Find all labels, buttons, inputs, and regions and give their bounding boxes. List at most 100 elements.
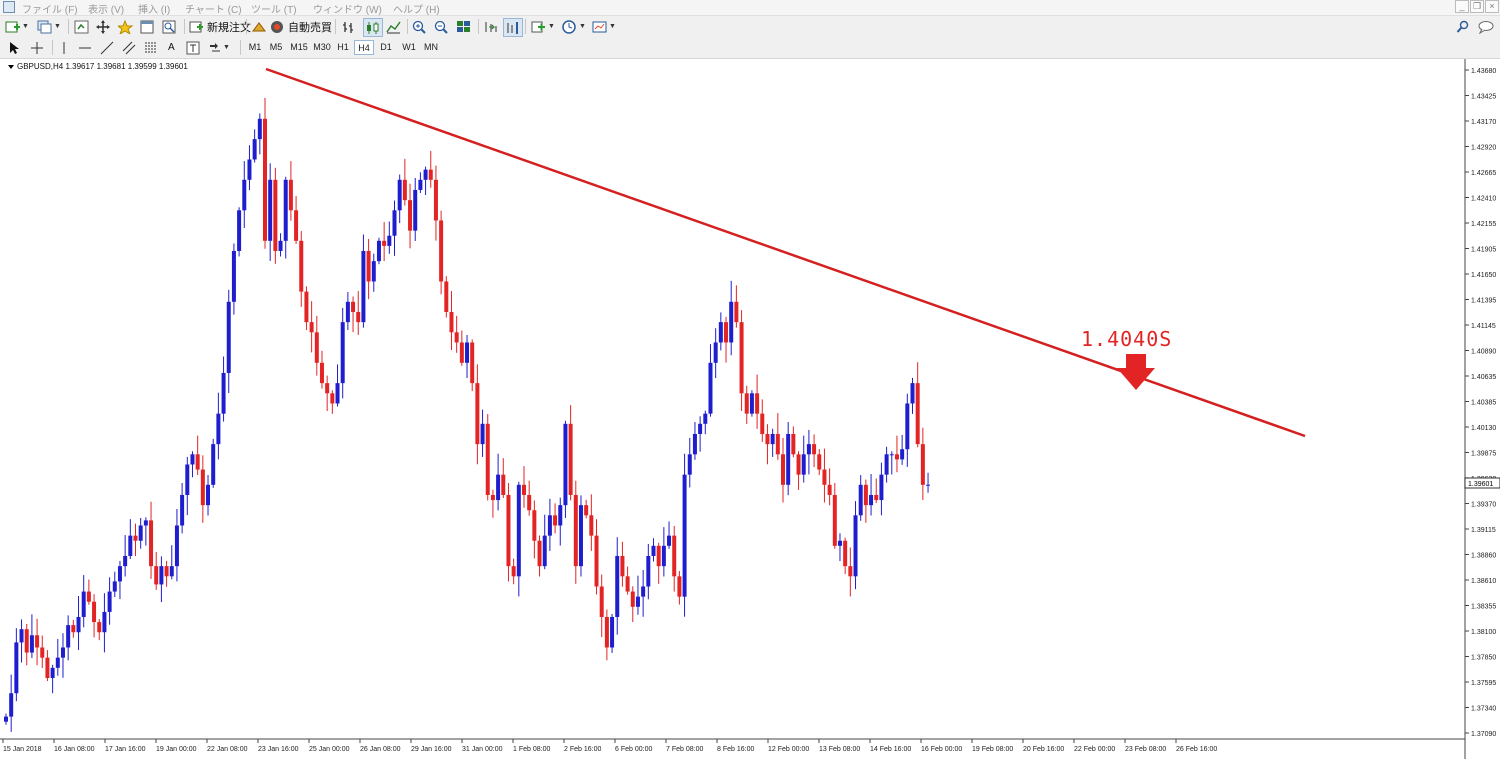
market-watch-icon <box>74 20 89 33</box>
equidistant-channel-tool[interactable] <box>122 39 136 56</box>
restore-icon[interactable]: ❐ <box>1470 0 1484 13</box>
terminal-button[interactable] <box>140 18 156 35</box>
bear-candle <box>827 484 832 495</box>
price-tick-label: 1.42920 <box>1471 145 1496 152</box>
bull-candle <box>837 540 842 546</box>
bull-candle <box>749 393 754 414</box>
bull-candle <box>610 616 615 648</box>
text-label-tool[interactable] <box>186 39 200 56</box>
new-chart-button[interactable]: ▼ <box>5 18 29 35</box>
data-window-button[interactable] <box>96 18 112 35</box>
zoom-out-button[interactable] <box>434 18 450 35</box>
timeframe-m5[interactable]: M5 <box>266 40 286 55</box>
line-chart-button[interactable] <box>386 18 402 35</box>
timeframe-h4[interactable]: H4 <box>354 40 374 55</box>
bear-candle <box>553 515 558 526</box>
bull-candle <box>806 444 811 455</box>
bear-candle <box>288 179 293 211</box>
arrows-tool[interactable]: ▼ <box>208 39 230 56</box>
bull-candle <box>185 464 190 495</box>
resistance-trendline[interactable] <box>265 67 1306 438</box>
bear-candle <box>351 301 356 312</box>
menu-chart[interactable]: チャート (C) <box>185 1 242 16</box>
bear-candle <box>433 179 438 221</box>
bear-candle <box>848 566 853 577</box>
minimize-icon[interactable]: _ <box>1455 0 1469 13</box>
close-icon[interactable]: × <box>1485 0 1499 13</box>
chart-window[interactable]: 1.43680 1.43425 1.43170 1.42920 1.42665 1.424… <box>0 59 1500 759</box>
new-order-button[interactable]: 新規注文 <box>189 18 251 35</box>
time-tick-label: 16 Feb 00:00 <box>921 746 962 753</box>
menu-window[interactable]: ウィンドウ (W) <box>313 1 382 16</box>
bull-candle <box>143 520 148 526</box>
vertical-line-tool[interactable] <box>58 39 70 56</box>
bull-candle <box>516 484 521 577</box>
timeframe-d1[interactable]: D1 <box>377 40 395 55</box>
fibonacci-tool[interactable] <box>144 39 158 56</box>
price-chart[interactable]: 1.43680 1.43425 1.43170 1.42920 1.42665 1.424… <box>0 59 1500 759</box>
horizontal-line-tool[interactable] <box>78 39 92 56</box>
timeframe-h1[interactable]: H1 <box>334 40 352 55</box>
bear-candle <box>485 423 490 495</box>
bear-candle <box>744 393 749 414</box>
bull-candle <box>9 693 14 717</box>
menu-tools[interactable]: ツール (T) <box>251 1 297 16</box>
menu-help[interactable]: ヘルプ (H) <box>393 1 440 16</box>
bear-candle <box>511 566 516 577</box>
price-tick-label: 1.37595 <box>1471 680 1496 687</box>
timeframe-m1[interactable]: M1 <box>245 40 265 55</box>
bar-chart-icon <box>343 21 353 33</box>
bull-candle <box>884 454 889 475</box>
text-label-icon <box>186 41 200 54</box>
search-icon <box>1456 20 1469 33</box>
bear-candle <box>164 566 169 577</box>
bull-candle <box>226 301 231 373</box>
price-tick-label: 1.37850 <box>1471 655 1496 662</box>
zoom-in-button[interactable] <box>412 18 428 35</box>
menu-view[interactable]: 表示 (V) <box>88 1 124 16</box>
crosshair-tool[interactable] <box>30 39 44 56</box>
navigator-button[interactable] <box>118 18 134 35</box>
bull-candle <box>641 586 646 597</box>
timeframe-m30[interactable]: M30 <box>311 40 333 55</box>
bear-candle <box>781 454 785 485</box>
bull-candle <box>770 433 775 445</box>
menu-insert[interactable]: 挿入 (I) <box>138 1 170 16</box>
time-tick-label: 1 Feb 08:00 <box>513 746 550 753</box>
profiles-button[interactable]: ▼ <box>37 18 61 35</box>
price-tick-label: 1.37090 <box>1471 731 1496 738</box>
timeframe-m15[interactable]: M15 <box>288 40 310 55</box>
strategy-tester-button[interactable] <box>162 18 178 35</box>
trendline-tool[interactable] <box>100 39 114 56</box>
templates-button[interactable]: ▼ <box>592 18 616 35</box>
chat-button[interactable] <box>1478 18 1494 35</box>
bull-candle <box>81 591 86 617</box>
timeframe-mn[interactable]: MN <box>420 40 442 55</box>
indicators-button[interactable]: ▼ <box>531 18 555 35</box>
bear-candle <box>309 322 314 333</box>
bull-candle <box>376 240 381 262</box>
price-tick-label: 1.42665 <box>1471 170 1496 177</box>
text-tool[interactable]: A <box>168 39 175 56</box>
bear-candle <box>796 454 801 475</box>
bear-candle <box>299 240 304 292</box>
tile-windows-button[interactable] <box>456 18 472 35</box>
menu-file[interactable]: ファイル (F) <box>22 1 78 16</box>
cursor-tool[interactable] <box>8 39 20 56</box>
bull-candle <box>496 474 501 501</box>
price-tick-label: 1.41650 <box>1471 272 1496 279</box>
bull-candle <box>190 454 195 465</box>
price-tick-label: 1.41395 <box>1471 298 1496 305</box>
chart-shift-button[interactable] <box>503 18 523 37</box>
periods-button[interactable]: ▼ <box>562 18 586 35</box>
auto-trading-button[interactable]: 自動売買 <box>251 18 332 35</box>
bar-chart-button[interactable] <box>341 18 357 35</box>
bear-candle <box>40 647 45 658</box>
market-watch-button[interactable] <box>74 18 90 35</box>
auto-scroll-button[interactable] <box>483 18 499 35</box>
bull-candle <box>397 179 402 211</box>
search-button[interactable] <box>1456 18 1470 35</box>
timeframe-w1[interactable]: W1 <box>399 40 419 55</box>
candlestick-button[interactable] <box>363 18 383 37</box>
price-tick-label: 1.38610 <box>1471 578 1496 585</box>
